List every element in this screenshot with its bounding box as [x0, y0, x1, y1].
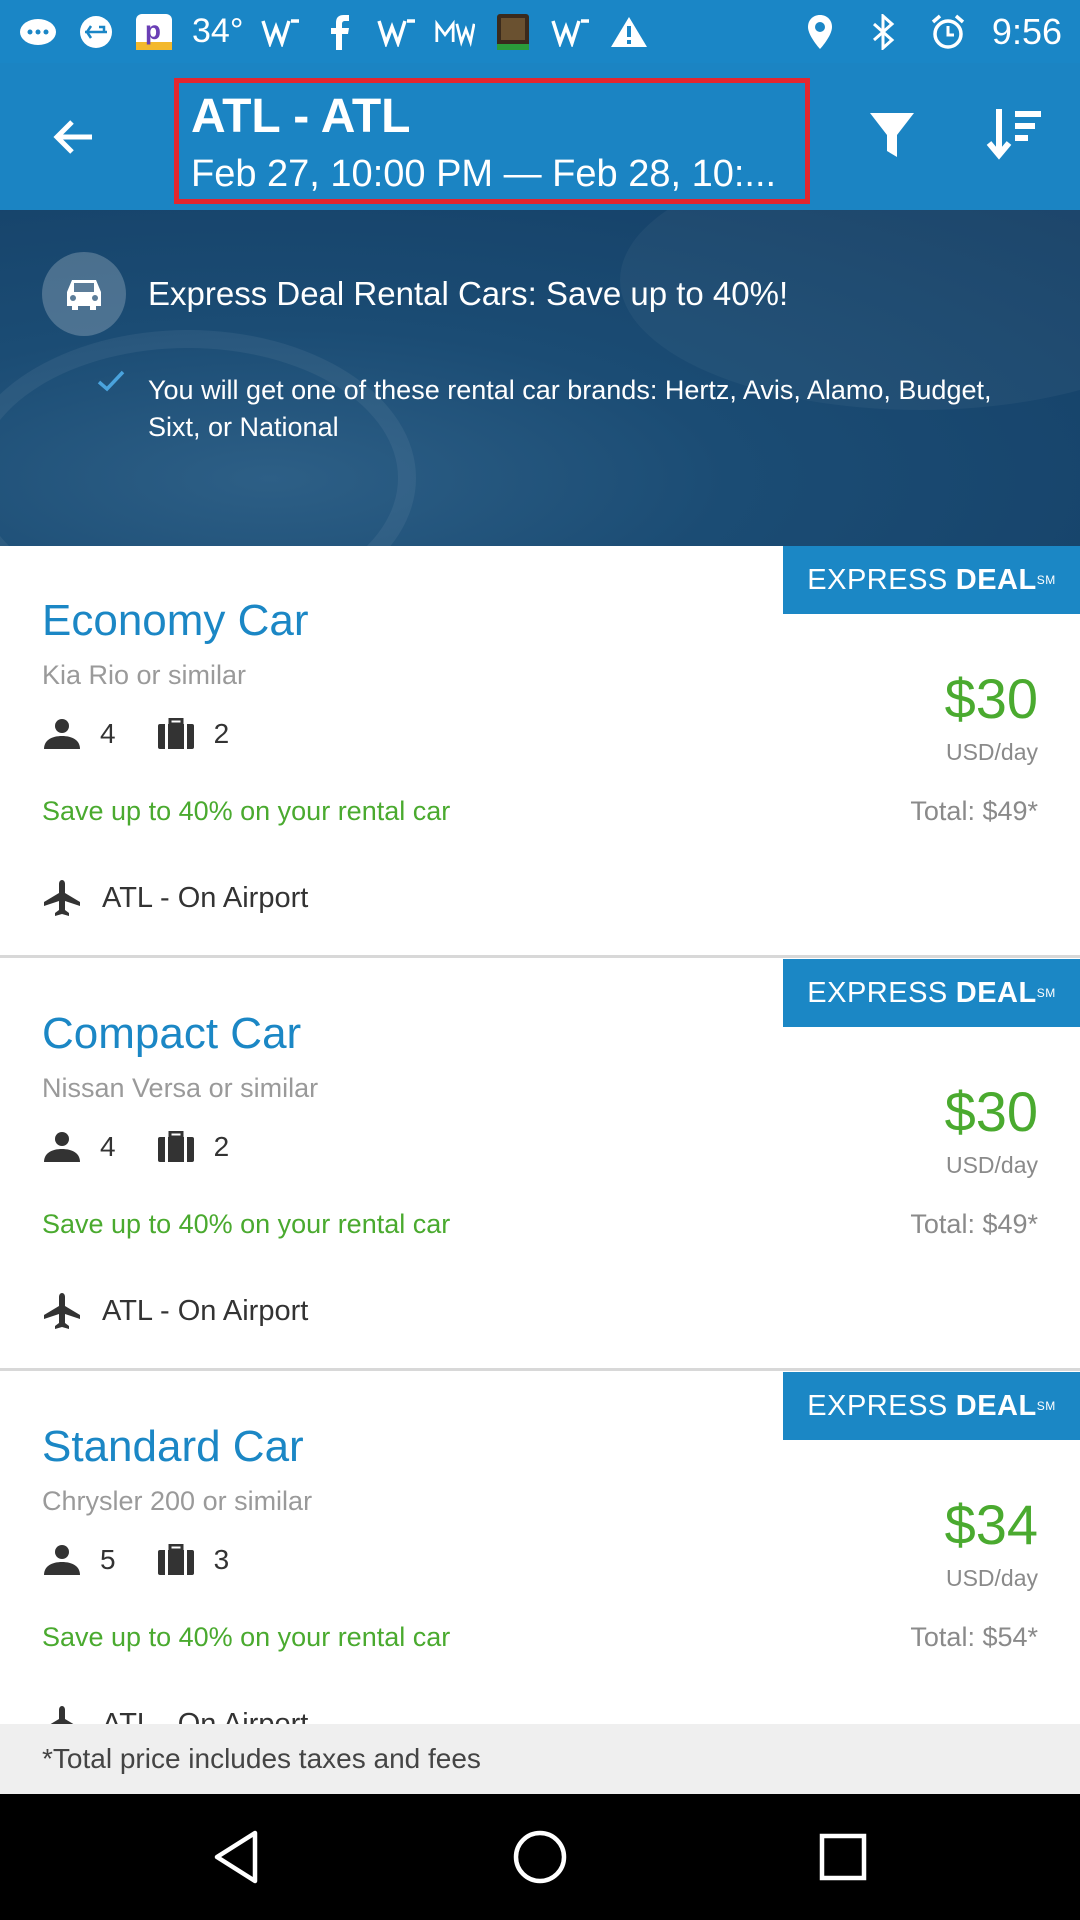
- car-card-compact[interactable]: EXPRESS DEAL SM Compact Car Nissan Versa o…: [0, 959, 1080, 1371]
- price: $30: [944, 1080, 1038, 1143]
- warning-icon: [609, 14, 649, 50]
- car-card-economy[interactable]: EXPRESS DEAL SM Economy Car Kia Rio or sim…: [0, 546, 1080, 958]
- total-price: Total: $49*: [910, 796, 1038, 826]
- page-title: ATL - ATL: [191, 90, 411, 143]
- p-app-icon: p: [134, 13, 174, 50]
- nav-home-button[interactable]: [510, 1827, 570, 1887]
- banner-title: Express Deal Rental Cars: Save up to 40%…: [148, 275, 789, 312]
- price-unit: USD/day: [945, 1565, 1038, 1591]
- system-navigation-bar: [0, 1794, 1080, 1920]
- passenger-count: 4: [100, 718, 116, 749]
- bag-count: 3: [213, 1544, 230, 1575]
- bluetooth-icon: [864, 13, 904, 50]
- savings-text: Save up to 40% on your rental car: [42, 1209, 451, 1239]
- airplane-icon: [44, 1293, 80, 1329]
- mw-icon: [435, 14, 476, 50]
- trip-summary[interactable]: ATL - ATL Feb 27, 10:00 PM — Feb 28, 10:…: [174, 78, 810, 204]
- square-recents-icon: [819, 1833, 867, 1881]
- passenger-count: 5: [100, 1544, 116, 1575]
- person-icon: [44, 1545, 80, 1575]
- location-label: ATL - On Airport: [102, 1294, 309, 1327]
- location-label: ATL - On Airport: [102, 1707, 309, 1725]
- notification-icons: p 34°: [18, 12, 649, 51]
- clock: 9:56: [991, 10, 1062, 52]
- express-deal-banner: Express Deal Rental Cars: Save up to 40%…: [0, 210, 1080, 546]
- car-title: Standard Car: [42, 1422, 304, 1471]
- price-unit: USD/day: [945, 739, 1038, 765]
- price: $34: [944, 1493, 1038, 1556]
- usb-icon: [76, 14, 116, 50]
- location-icon: [800, 14, 840, 50]
- temperature: 34°: [192, 12, 244, 50]
- bag-count: 2: [213, 1131, 230, 1162]
- passenger-count: 4: [100, 1131, 116, 1162]
- car-model: Chrysler 200 or similar: [42, 1486, 313, 1516]
- person-icon: [44, 719, 80, 749]
- location-row: ATL - On Airport: [42, 1704, 308, 1724]
- express-deal-badge: EXPRESS DEAL SM: [783, 1372, 1080, 1440]
- car-title: Economy Car: [42, 596, 309, 645]
- airplane-icon: [44, 880, 80, 916]
- price-disclaimer: *Total price includes taxes and fees: [0, 1724, 1080, 1794]
- price-unit: USD/day: [945, 1152, 1038, 1178]
- back-button[interactable]: [44, 107, 104, 167]
- bible-icon: [493, 13, 533, 50]
- svg-text:p: p: [145, 15, 161, 45]
- location-row: ATL - On Airport: [42, 1291, 308, 1331]
- luggage-icon: [157, 1131, 194, 1162]
- card-divider: [0, 1368, 1080, 1371]
- express-deal-badge: EXPRESS DEAL SM: [783, 959, 1080, 1027]
- nav-back-button[interactable]: [207, 1827, 267, 1887]
- car-icon: [42, 252, 126, 336]
- total-price: Total: $49*: [910, 1209, 1038, 1239]
- chat-icon: [18, 14, 58, 50]
- express-deal-badge: EXPRESS DEAL SM: [783, 546, 1080, 614]
- w-icon: [261, 14, 301, 50]
- car-card-standard[interactable]: EXPRESS DEAL SM Standard Car Chrysler 200 …: [0, 1372, 1080, 1724]
- w-icon: [377, 14, 417, 50]
- filter-button[interactable]: [862, 105, 922, 165]
- w-icon: [551, 14, 591, 50]
- facebook-icon: [319, 14, 359, 50]
- price: $30: [944, 667, 1038, 730]
- circle-home-icon: [513, 1830, 567, 1884]
- banner-description: You will get one of these rental car bra…: [148, 375, 992, 442]
- status-bar: p 34° 9:56: [0, 0, 1080, 63]
- location-label: ATL - On Airport: [102, 881, 309, 914]
- arrow-back-icon: [53, 120, 92, 154]
- airplane-icon: [50, 1706, 74, 1724]
- capacity-row: 4 2: [42, 1131, 269, 1163]
- car-model: Nissan Versa or similar: [42, 1073, 319, 1103]
- total-price: Total: $54*: [910, 1622, 1038, 1652]
- car-title: Compact Car: [42, 1009, 302, 1058]
- filter-icon: [870, 113, 914, 157]
- sort-icon: [986, 109, 1041, 160]
- car-model: Kia Rio or similar: [42, 660, 247, 690]
- capacity-row: 5 3: [42, 1544, 269, 1576]
- bag-count: 2: [213, 718, 230, 749]
- card-divider: [0, 955, 1080, 958]
- date-range: Feb 27, 10:00 PM — Feb 28, 10:...: [191, 153, 777, 195]
- alarm-icon: [928, 14, 968, 50]
- luggage-icon: [157, 1544, 194, 1575]
- checkmark-icon: [97, 370, 125, 392]
- app-bar: ATL - ATL Feb 27, 10:00 PM — Feb 28, 10:…: [0, 63, 1080, 210]
- system-icons: 9:56: [800, 11, 1062, 53]
- sort-button[interactable]: [985, 105, 1045, 165]
- luggage-icon: [157, 718, 194, 749]
- capacity-row: 4 2: [42, 718, 269, 750]
- savings-text: Save up to 40% on your rental car: [42, 796, 451, 826]
- nav-recents-button[interactable]: [813, 1827, 873, 1887]
- triangle-back-icon: [214, 1830, 258, 1884]
- savings-text: Save up to 40% on your rental car: [42, 1622, 451, 1652]
- person-icon: [44, 1132, 80, 1162]
- location-row: ATL - On Airport: [42, 878, 308, 918]
